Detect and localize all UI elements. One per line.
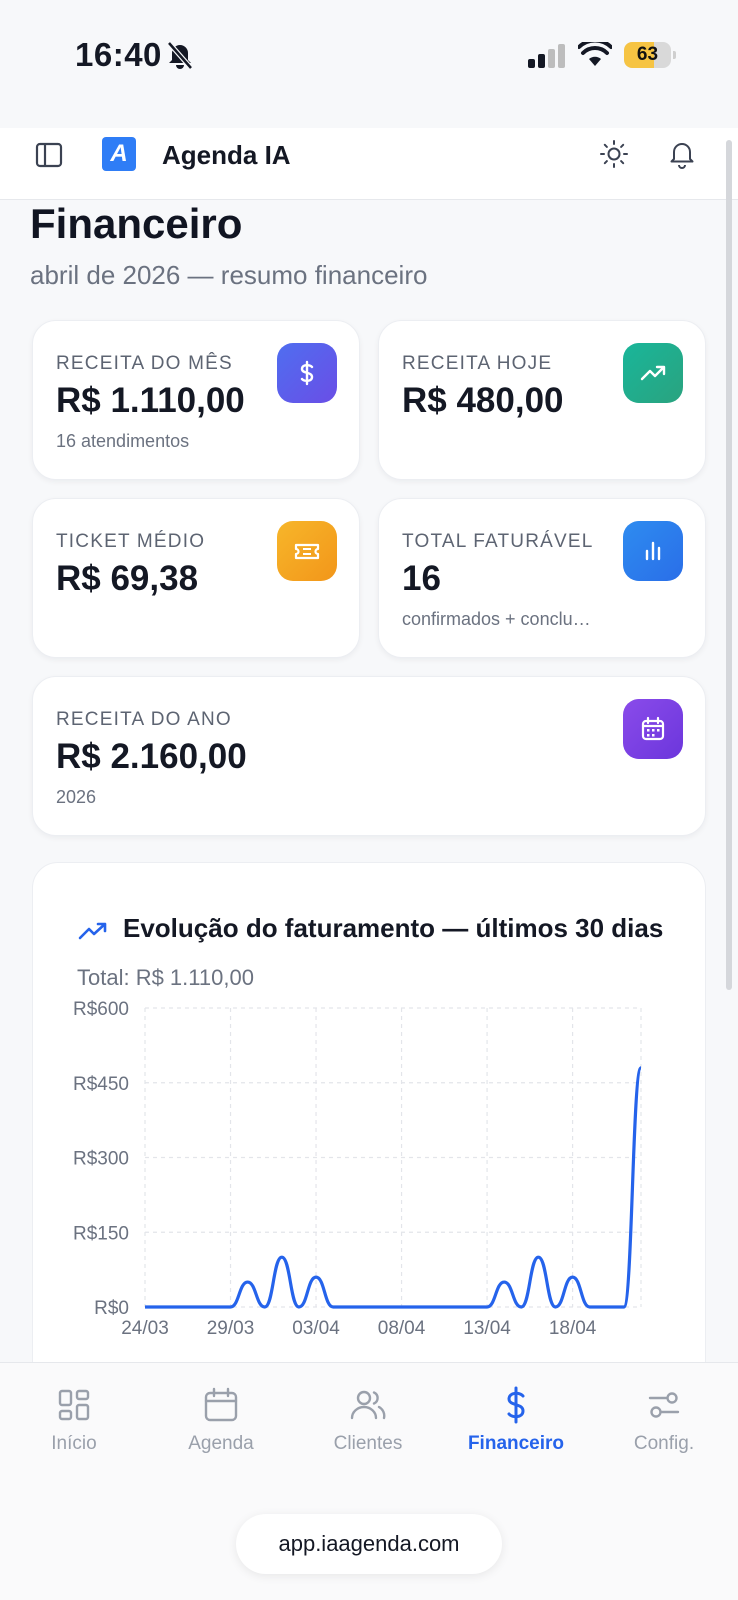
x-tick-label: 03/04	[292, 1318, 340, 1339]
card-total-billable: TOTAL FATURÁVEL 16 confirmados + conclu…	[378, 498, 706, 658]
x-tick-label: 18/04	[549, 1318, 597, 1339]
calendar-icon	[204, 1387, 238, 1422]
app-header: A Agenda IA	[0, 128, 738, 200]
card-value: R$ 1.110,00	[56, 381, 245, 420]
card-month-revenue: RECEITA DO MÊS R$ 1.110,00 16 atendiment…	[32, 320, 360, 480]
card-label: RECEITA DO MÊS	[56, 353, 233, 374]
page-scrollbar[interactable]	[726, 140, 732, 990]
nav-item-config[interactable]: Config.	[594, 1385, 734, 1475]
ticket-icon	[277, 521, 337, 581]
dollar-icon	[277, 343, 337, 403]
y-tick-label: R$600	[73, 999, 129, 1020]
nav-label: Clientes	[333, 1433, 403, 1454]
x-tick-label: 13/04	[463, 1318, 511, 1339]
card-label: RECEITA HOJE	[402, 353, 553, 374]
users-icon	[350, 1390, 386, 1420]
notifications-bell-icon[interactable]	[666, 138, 698, 170]
card-label: TICKET MÉDIO	[56, 531, 206, 552]
y-tick-label: R$450	[73, 1074, 129, 1095]
trending-up-icon	[623, 343, 683, 403]
card-value: 16	[402, 559, 441, 598]
card-value: R$ 69,38	[56, 559, 199, 598]
wifi-icon	[578, 42, 612, 66]
card-subtext: 16 atendimentos	[56, 431, 190, 451]
nav-item-financeiro[interactable]: Financeiro	[446, 1385, 586, 1475]
status-time: 16:40	[75, 36, 162, 73]
y-tick-label: R$0	[94, 1298, 129, 1319]
card-label: TOTAL FATURÁVEL	[402, 531, 594, 552]
card-value: R$ 2.160,00	[56, 737, 247, 776]
bell-off-icon	[167, 41, 193, 70]
card-subtext: 2026	[56, 787, 97, 807]
theme-toggle-sun-icon[interactable]	[598, 138, 630, 170]
sliders-icon	[648, 1392, 680, 1418]
app-logo[interactable]: A	[93, 128, 145, 180]
dollar-icon	[507, 1386, 525, 1424]
card-value: R$ 480,00	[402, 381, 564, 420]
revenue-line-chart: R$600 R$450 R$300 R$150 R$024/03 29/03 03/04 08…	[73, 999, 643, 1339]
nav-label: Início	[51, 1433, 97, 1454]
app-title: Agenda IA	[162, 140, 291, 170]
page-subtitle: abril de 2026 — resumo financeiro	[30, 260, 428, 290]
card-year-revenue: RECEITA DO ANO R$ 2.160,00 2026	[32, 676, 706, 836]
battery-level: 63	[636, 44, 659, 65]
bar-chart-icon	[623, 521, 683, 581]
nav-label: Config.	[633, 1433, 695, 1454]
battery-indicator: 63	[624, 42, 676, 68]
browser-url-bar[interactable]: app.iaagenda.com	[236, 1514, 502, 1574]
card-subtext: confirmados + conclu…	[402, 609, 591, 629]
series-line	[145, 1066, 643, 1309]
nav-item-inicio[interactable]: Início	[4, 1385, 144, 1475]
nav-label: Financeiro	[467, 1433, 565, 1454]
logo-mark: A	[102, 137, 136, 171]
nav-item-agenda[interactable]: Agenda	[151, 1385, 291, 1475]
status-bar: 16:40 63	[0, 0, 738, 110]
y-tick-label: R$150	[73, 1223, 129, 1244]
card-average-ticket: TICKET MÉDIO R$ 69,38	[32, 498, 360, 658]
grid-icon	[58, 1389, 90, 1421]
nav-item-clientes[interactable]: Clientes	[298, 1385, 438, 1475]
x-tick-label: 29/03	[207, 1318, 255, 1339]
nav-label: Agenda	[188, 1433, 254, 1454]
x-tick-label: 24/03	[121, 1318, 169, 1339]
page-title: Financeiro	[30, 200, 243, 247]
sidebar-toggle-icon[interactable]	[34, 140, 64, 170]
card-today-revenue: RECEITA HOJE R$ 480,00	[378, 320, 706, 480]
calendar-icon	[623, 699, 683, 759]
x-tick-label: 08/04	[378, 1318, 426, 1339]
card-label: RECEITA DO ANO	[56, 709, 232, 730]
cell-signal-icon	[528, 44, 565, 68]
y-tick-label: R$300	[73, 1149, 129, 1170]
